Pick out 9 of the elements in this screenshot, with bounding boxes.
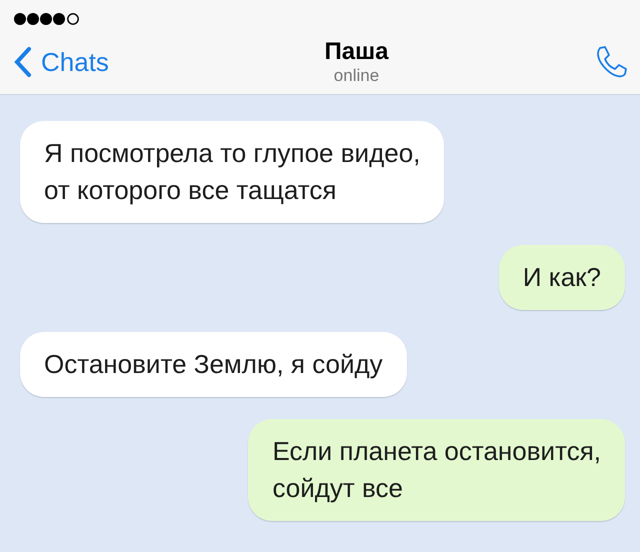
outgoing-message: И как? [498,245,625,310]
back-button[interactable]: Chats [13,46,153,78]
signal-icon [13,12,81,26]
chevron-left-icon [13,46,33,78]
outgoing-message: Если планета остановится, сойдут все [248,419,625,521]
chat-title: Паша [324,38,388,66]
incoming-message: Остановите Землю, я сойду [20,332,407,397]
presence-status: online [334,66,380,86]
incoming-message: Я посмотрела то глупое видео, от которого все тащатся [20,121,444,223]
